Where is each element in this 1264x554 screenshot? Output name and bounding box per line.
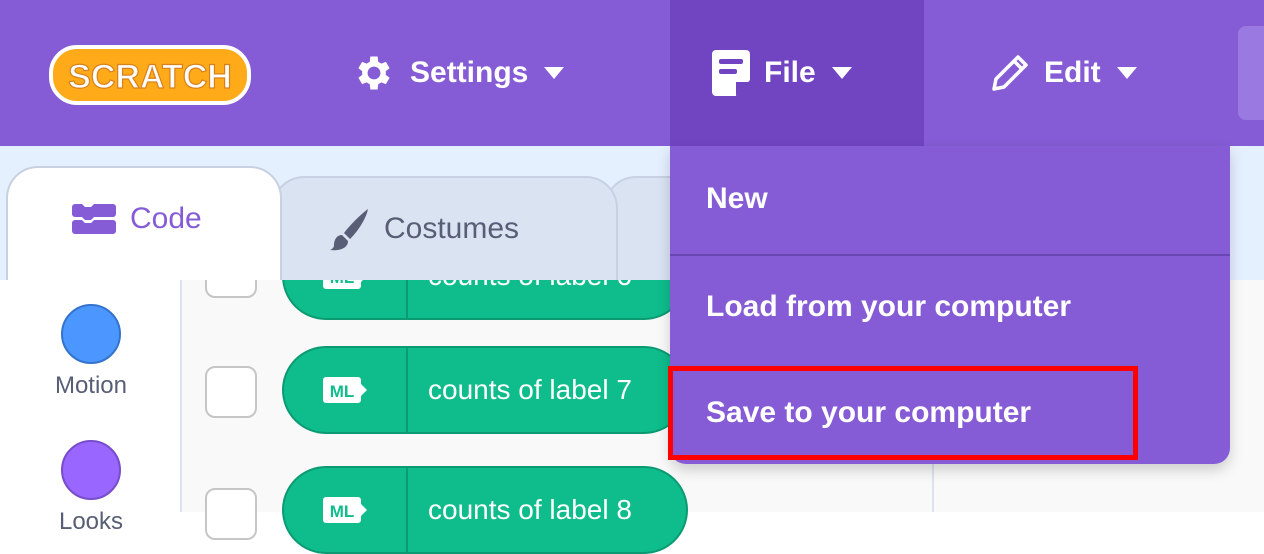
- menu-item-load-from-computer[interactable]: Load from your computer: [670, 290, 1230, 324]
- code-blocks-icon: [72, 204, 116, 234]
- category-looks[interactable]: Looks: [0, 440, 182, 536]
- chevron-down-icon: [831, 67, 852, 79]
- edit-menu[interactable]: Edit: [990, 0, 1137, 146]
- menu-bar: SCRATCH Settings File Edit: [0, 0, 1264, 146]
- ml-block-counts-label[interactable]: ML counts of label 8: [282, 466, 688, 554]
- menu-divider: [670, 254, 1230, 256]
- tab-costumes-label: Costumes: [384, 212, 520, 245]
- block-checkbox[interactable]: [205, 488, 257, 540]
- ml-icon: ML: [284, 468, 408, 552]
- menu-item-save-to-computer[interactable]: Save to your computer: [670, 396, 1230, 430]
- menubar-project-title-field[interactable]: [1238, 26, 1264, 120]
- ml-block-label: counts of label 7: [428, 374, 632, 405]
- settings-menu[interactable]: Settings: [352, 0, 565, 146]
- chevron-down-icon: [544, 67, 565, 79]
- motion-color-dot: [61, 304, 121, 364]
- tab-costumes[interactable]: Costumes: [272, 176, 618, 280]
- edit-label: Edit: [1044, 56, 1101, 89]
- category-motion-label: Motion: [54, 372, 128, 399]
- chevron-down-icon: [1116, 67, 1137, 79]
- menu-item-new[interactable]: New: [670, 182, 1230, 216]
- tab-code-label: Code: [130, 202, 202, 235]
- file-menu[interactable]: File: [670, 0, 924, 146]
- svg-text:ML: ML: [330, 382, 355, 401]
- file-label: File: [764, 56, 816, 89]
- settings-label: Settings: [410, 56, 529, 89]
- gear-icon: [352, 51, 396, 95]
- category-menu: Motion Looks: [0, 280, 182, 535]
- logo-text: SCRATCH: [68, 58, 232, 96]
- scratch-logo[interactable]: SCRATCH: [48, 44, 252, 111]
- ml-block-counts-label[interactable]: ML counts of label 7: [282, 346, 688, 434]
- pencil-icon: [990, 53, 1030, 93]
- file-icon: [712, 50, 750, 96]
- looks-color-dot: [61, 440, 121, 500]
- category-looks-label: Looks: [58, 508, 124, 535]
- category-motion[interactable]: Motion: [0, 304, 182, 400]
- tab-code[interactable]: Code: [6, 166, 282, 280]
- paintbrush-icon: [330, 207, 370, 251]
- file-dropdown-menu: New Load from your computer Save to your…: [670, 146, 1230, 464]
- block-checkbox[interactable]: [205, 366, 257, 418]
- ml-block-label: counts of label 8: [428, 494, 632, 525]
- ml-icon: ML: [284, 348, 408, 432]
